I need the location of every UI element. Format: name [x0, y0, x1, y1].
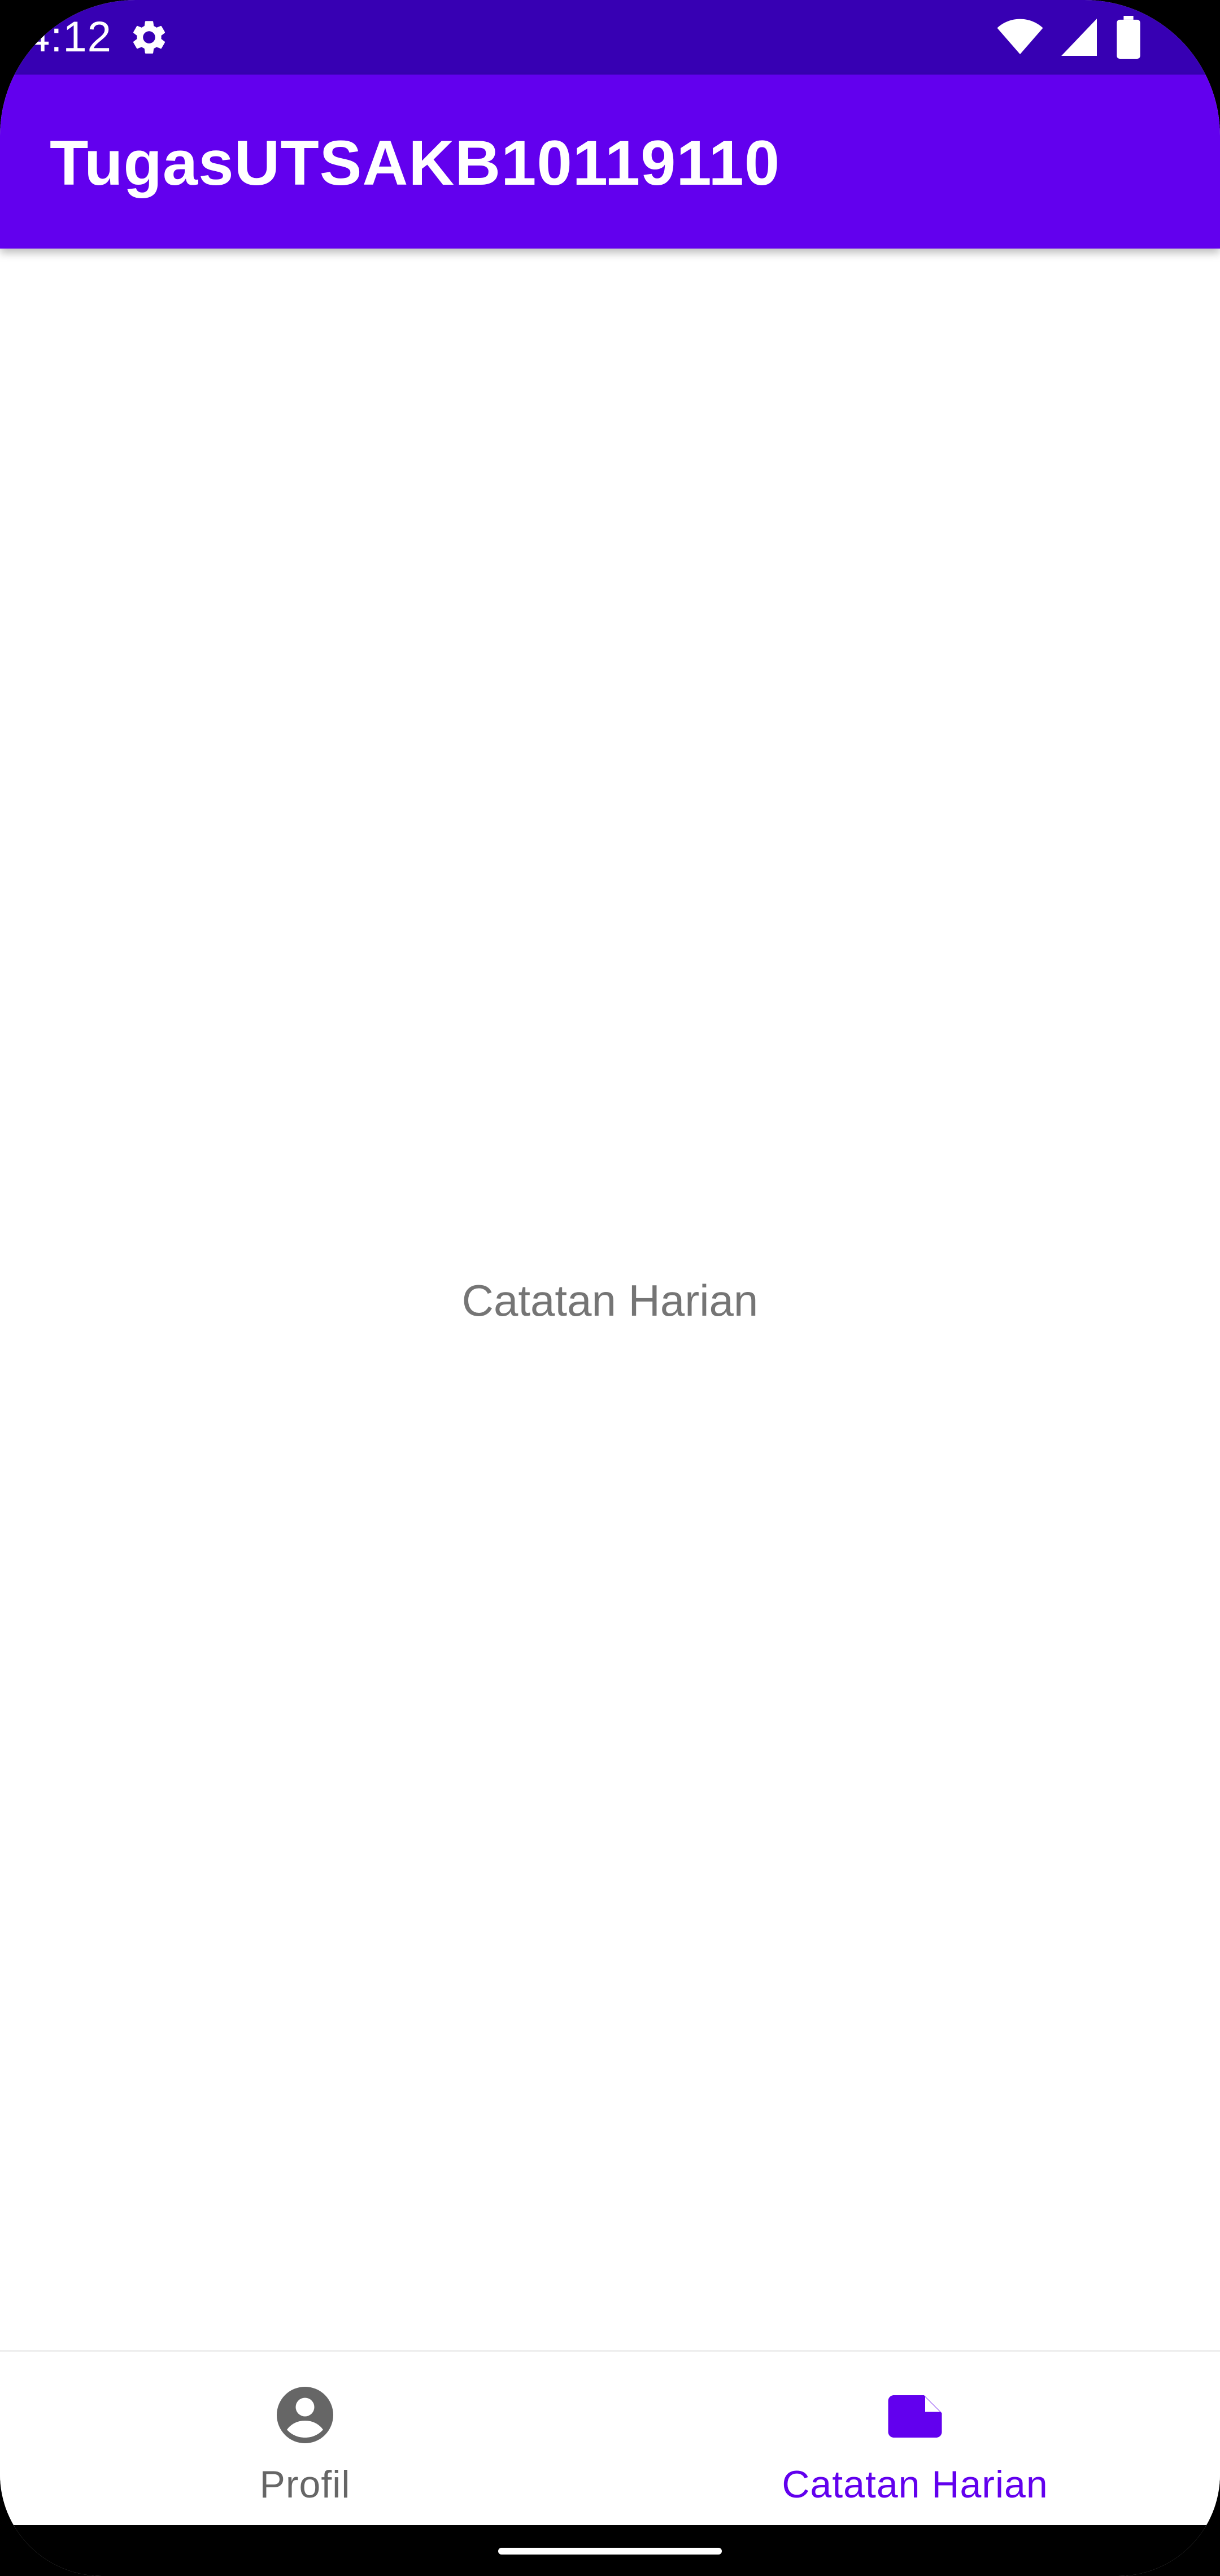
settings-icon: [133, 21, 165, 54]
battery-icon: [1117, 16, 1140, 59]
nav-item-profil[interactable]: Profil: [0, 2352, 610, 2527]
nav-item-catatan-harian[interactable]: Catatan Harian: [610, 2352, 1220, 2527]
app-bar: TugasUTSAKB10119110: [0, 75, 1220, 249]
nav-label-catatan-harian: Catatan Harian: [782, 2463, 1048, 2506]
account-circle-icon: [277, 2387, 333, 2443]
status-bar: 4:12: [0, 0, 1220, 75]
app-title: TugasUTSAKB10119110: [50, 128, 781, 198]
signal-icon: [1061, 19, 1097, 56]
home-gesture-handle[interactable]: [498, 2548, 722, 2555]
status-time: 4:12: [26, 13, 112, 61]
gesture-navigation-area: [0, 2525, 1220, 2576]
wifi-icon: [997, 19, 1043, 54]
phone-screen: 4:12 TugasUTSAKB10119110 Catatan Harian: [0, 0, 1220, 2576]
main-content: Catatan Harian: [0, 249, 1220, 2350]
bottom-navigation: Profil Catatan Harian: [0, 2350, 1220, 2527]
note-icon: [888, 2395, 942, 2438]
nav-label-profil: Profil: [259, 2463, 351, 2506]
content-label: Catatan Harian: [461, 1276, 759, 1325]
